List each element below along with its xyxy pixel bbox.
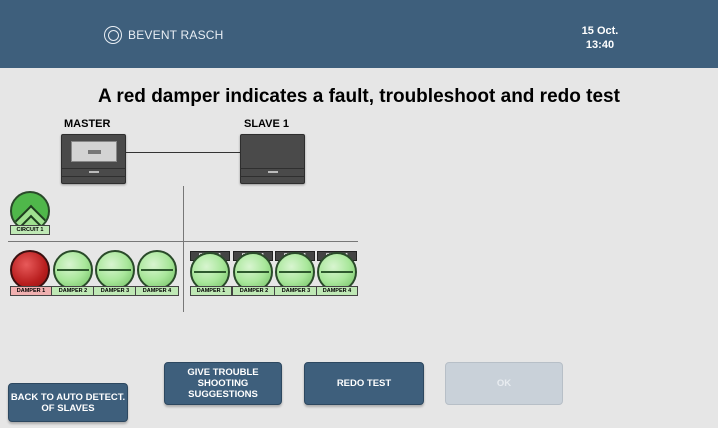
circuit-1-label: CIRCUIT 1 (10, 225, 50, 235)
master-label: MASTER (64, 118, 111, 130)
back-to-auto-detect-button[interactable]: BACK TO AUTO DETECT. OF SLAVES (8, 383, 128, 422)
time: 13:40 (585, 39, 615, 51)
damper-2-label: DAMPER 2 (51, 286, 95, 296)
damper-3-label: DAMPER 3 (93, 286, 137, 296)
slave-damper-4-label: DAMPER 4 (316, 286, 358, 296)
troubleshooting-button[interactable]: GIVE TROUBLE SHOOTING SUGGESTIONS (164, 362, 282, 405)
damper-4[interactable] (137, 250, 177, 290)
damper-1-label: DAMPER 1 (10, 286, 52, 296)
date: 15 Oct. (581, 25, 619, 37)
brand-logo-icon (104, 26, 122, 44)
damper-3[interactable] (95, 250, 135, 290)
brand-name: BEVENT RASCH (128, 28, 224, 42)
date-time: 15 Oct. 13:40 (560, 24, 640, 52)
damper-4-label: DAMPER 4 (135, 286, 179, 296)
instruction-title: A red damper indicates a fault, troubles… (98, 86, 620, 107)
slave-label: SLAVE 1 (244, 118, 290, 130)
slave-damper-2-label: DAMPER 2 (232, 286, 276, 296)
master-unit (61, 134, 126, 184)
slave-damper-1-label: DAMPER 1 (190, 286, 232, 296)
redo-test-button[interactable]: REDO TEST (304, 362, 424, 405)
ok-button[interactable]: OK (445, 362, 563, 405)
damper-1-fault[interactable] (10, 250, 50, 290)
row-divider (8, 241, 358, 242)
header-bar: BEVENT RASCH 15 Oct. 13:40 (0, 0, 718, 68)
slave-unit (240, 134, 305, 184)
connection-line (126, 152, 240, 153)
slave-damper-3-label: DAMPER 3 (274, 286, 318, 296)
damper-2[interactable] (53, 250, 93, 290)
master-screen (71, 141, 117, 162)
section-divider (183, 186, 184, 312)
brand-logo: BEVENT RASCH (104, 26, 224, 44)
